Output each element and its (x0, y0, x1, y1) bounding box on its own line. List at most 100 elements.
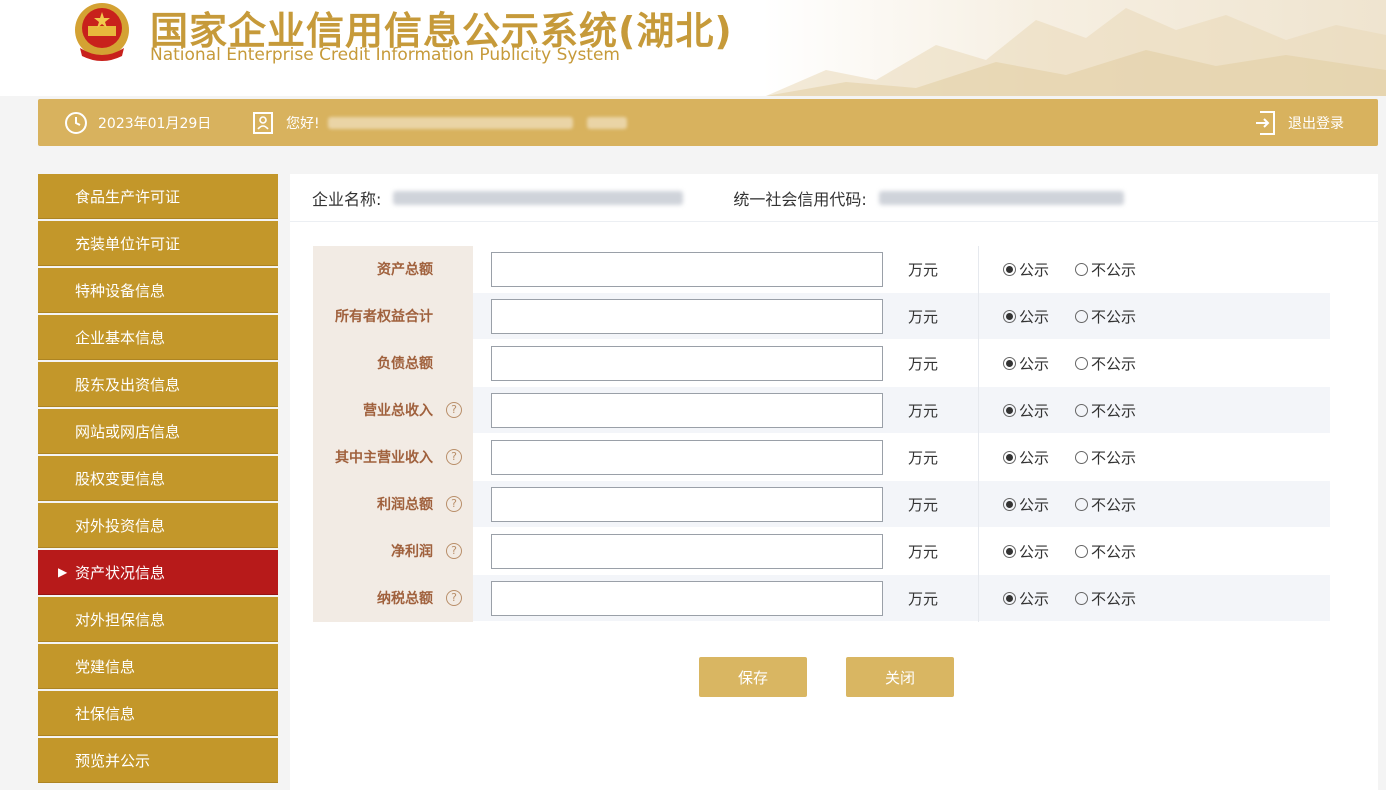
amount-input[interactable] (491, 533, 883, 569)
radio-public[interactable]: 公示 (1003, 447, 1049, 468)
radio-circle-icon[interactable] (1003, 450, 1016, 464)
info-bar: 2023年01月29日 您好! 退出登录 (38, 99, 1378, 146)
radio-label: 不公示 (1091, 589, 1137, 608)
form-row: 所有者权益合计 万元 公示 不公示 (313, 292, 1330, 340)
radio-circle-icon[interactable] (1075, 309, 1089, 323)
sidebar-item-label: 股权变更信息 (75, 469, 166, 488)
radio-not-public[interactable]: 不公示 (1075, 353, 1136, 374)
radio-not-public[interactable]: 不公示 (1075, 588, 1136, 609)
help-icon[interactable]: ? (446, 448, 462, 465)
help-icon[interactable]: ? (446, 589, 462, 606)
radio-label: 不公示 (1091, 260, 1137, 279)
unit-label: 万元 (908, 448, 939, 467)
form-row: 营业总收入? 万元 公示 不公示 (313, 386, 1330, 434)
radio-public[interactable]: 公示 (1003, 494, 1049, 515)
radio-circle-icon[interactable] (1075, 591, 1089, 605)
amount-input[interactable] (491, 439, 883, 475)
input-cell (473, 575, 893, 622)
field-label-cell: 利润总额? (313, 480, 473, 528)
credit-code-label: 统一社会信用代码: (733, 189, 867, 209)
sidebar-item[interactable]: 预览并公示 (38, 738, 278, 783)
credit-code-redacted (878, 190, 1124, 205)
radio-label: 公示 (1019, 495, 1050, 514)
field-label-cell: 负债总额 (313, 339, 473, 387)
publicity-radio-group: 公示 不公示 (978, 494, 1330, 515)
help-icon[interactable]: ? (446, 401, 462, 418)
logout-button[interactable]: 退出登录 (1254, 99, 1344, 146)
sidebar-item-label: 特种设备信息 (75, 281, 166, 300)
form-row: 其中主营业收入? 万元 公示 不公示 (313, 433, 1330, 481)
radio-circle-icon[interactable] (1003, 309, 1016, 323)
radio-label: 不公示 (1091, 354, 1137, 373)
publicity-radio-group: 公示 不公示 (978, 259, 1330, 280)
radio-public[interactable]: 公示 (1003, 306, 1049, 327)
radio-circle-icon[interactable] (1003, 544, 1016, 558)
amount-input[interactable] (491, 392, 883, 428)
radio-circle-icon[interactable] (1075, 497, 1089, 511)
user-role-redacted (586, 116, 627, 129)
sidebar-item[interactable]: 社保信息 (38, 691, 278, 736)
amount-input[interactable] (491, 486, 883, 522)
sidebar-item[interactable]: 特种设备信息 (38, 268, 278, 313)
radio-public[interactable]: 公示 (1003, 400, 1049, 421)
help-icon[interactable]: ? (446, 542, 462, 559)
radio-circle-icon[interactable] (1003, 497, 1016, 511)
amount-input[interactable] (491, 298, 883, 334)
sidebar-item[interactable]: 股东及出资信息 (38, 362, 278, 407)
site-header: 国家企业信用信息公示系统(湖北) National Enterprise Cre… (0, 0, 1386, 96)
close-button[interactable]: 关闭 (846, 657, 954, 697)
radio-public[interactable]: 公示 (1003, 541, 1049, 562)
input-cell (473, 434, 893, 481)
sidebar-item[interactable]: 股权变更信息 (38, 456, 278, 501)
radio-circle-icon[interactable] (1075, 450, 1089, 464)
radio-not-public[interactable]: 不公示 (1075, 494, 1136, 515)
sidebar-item[interactable]: 网站或网店信息 (38, 409, 278, 454)
main-panel: 企业名称: 统一社会信用代码: 资产总额 万元 公示 不公示 所有者权益合计 万元 公示 不公… (290, 174, 1378, 790)
radio-label: 公示 (1019, 589, 1050, 608)
sidebar-item[interactable]: ▶ 资产状况信息 (38, 550, 278, 595)
radio-public[interactable]: 公示 (1003, 588, 1049, 609)
radio-circle-icon[interactable] (1075, 262, 1089, 276)
publicity-radio-group: 公示 不公示 (978, 353, 1330, 374)
unit-label: 万元 (908, 542, 939, 561)
sidebar-item[interactable]: 对外投资信息 (38, 503, 278, 548)
amount-input[interactable] (491, 345, 883, 381)
radio-public[interactable]: 公示 (1003, 353, 1049, 374)
radio-public[interactable]: 公示 (1003, 259, 1049, 280)
help-icon[interactable]: ? (446, 495, 462, 512)
radio-not-public[interactable]: 不公示 (1075, 400, 1136, 421)
sidebar-item-label: 企业基本信息 (75, 328, 166, 347)
form-row: 利润总额? 万元 公示 不公示 (313, 480, 1330, 528)
radio-circle-icon[interactable] (1075, 403, 1089, 417)
field-label-cell: 净利润? (313, 527, 473, 575)
column-divider (978, 246, 979, 293)
sidebar-item[interactable]: 党建信息 (38, 644, 278, 689)
form-row: 负债总额 万元 公示 不公示 (313, 339, 1330, 387)
sidebar-item[interactable]: 对外担保信息 (38, 597, 278, 642)
user-name-redacted (327, 116, 573, 129)
sidebar-item[interactable]: 食品生产许可证 (38, 174, 278, 219)
radio-circle-icon[interactable] (1003, 591, 1016, 605)
input-cell (473, 246, 893, 293)
sidebar-item[interactable]: 企业基本信息 (38, 315, 278, 360)
radio-not-public[interactable]: 不公示 (1075, 447, 1136, 468)
sidebar-item[interactable]: 充装单位许可证 (38, 221, 278, 266)
field-label: 净利润 (391, 544, 433, 560)
radio-not-public[interactable]: 不公示 (1075, 306, 1136, 327)
radio-circle-icon[interactable] (1075, 544, 1089, 558)
radio-label: 公示 (1019, 542, 1050, 561)
form-row: 纳税总额? 万元 公示 不公示 (313, 574, 1330, 622)
radio-circle-icon[interactable] (1003, 356, 1016, 370)
radio-circle-icon[interactable] (1003, 403, 1016, 417)
radio-circle-icon[interactable] (1075, 356, 1089, 370)
save-button[interactable]: 保存 (699, 657, 807, 697)
radio-not-public[interactable]: 不公示 (1075, 259, 1136, 280)
radio-circle-icon[interactable] (1003, 262, 1016, 276)
radio-not-public[interactable]: 不公示 (1075, 541, 1136, 562)
sidebar-item-label: 预览并公示 (75, 751, 151, 770)
field-label-cell: 其中主营业收入? (313, 433, 473, 481)
amount-input[interactable] (491, 580, 883, 616)
active-arrow-icon: ▶ (58, 565, 68, 579)
input-cell (473, 293, 893, 340)
amount-input[interactable] (491, 251, 883, 287)
